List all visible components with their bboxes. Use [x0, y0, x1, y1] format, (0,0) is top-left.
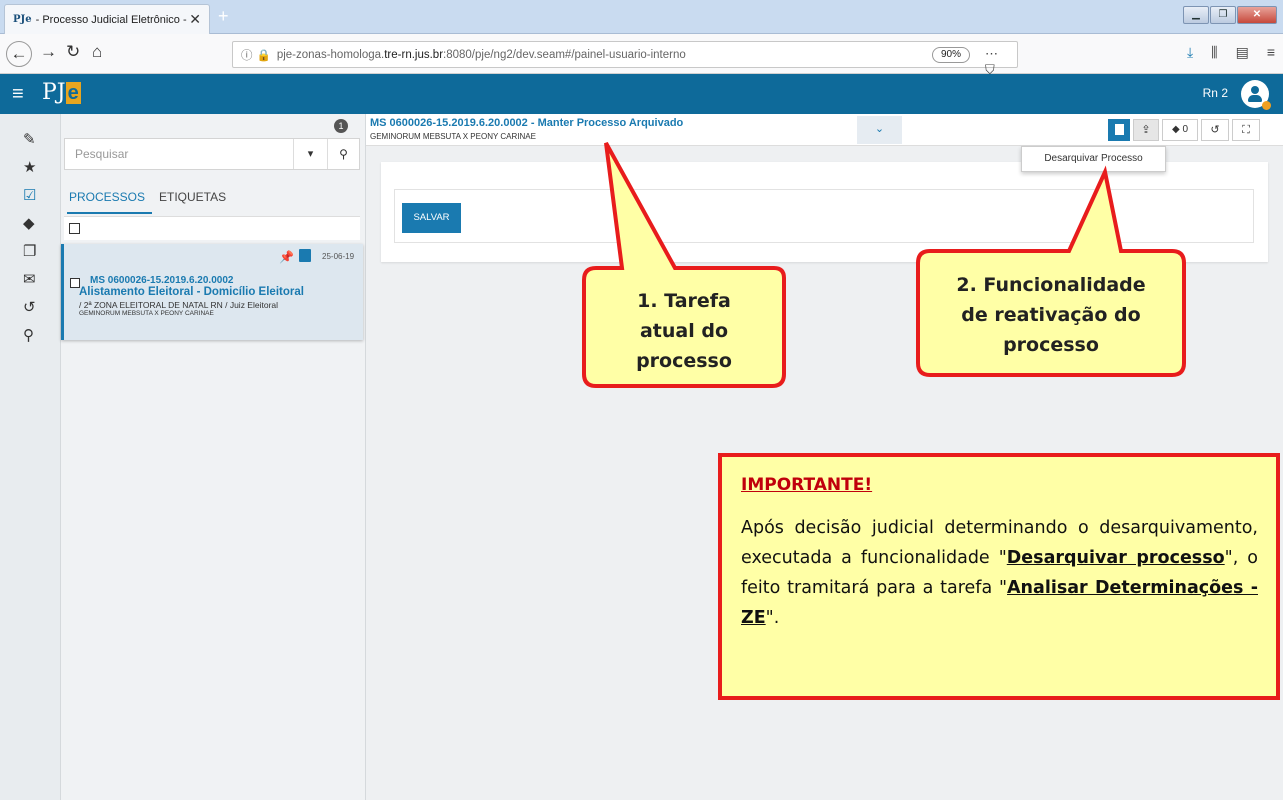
callout-2-text: 2. Funcionalidade de reativação do proce… [922, 270, 1180, 360]
callout-1-line2: atual do [639, 320, 729, 342]
important-body: Após decisão judicial determinando o des… [741, 513, 1258, 633]
callout-2-line3: processo [1003, 334, 1099, 356]
important-text-3: ". [765, 608, 780, 628]
callout-2-line2: de reativação do [961, 304, 1141, 326]
callout-2-line1: 2. Funcionalidade [956, 274, 1146, 296]
callout-1-line3: processo [636, 350, 732, 372]
important-bold-1: Desarquivar processo [1006, 548, 1225, 568]
important-note: IMPORTANTE! Após decisão judicial determ… [718, 453, 1280, 700]
important-title: IMPORTANTE! [741, 475, 873, 495]
callout-1-line1: 1. Tarefa [637, 290, 731, 312]
callout-1-text: 1. Tarefa atual do processo [590, 286, 778, 376]
